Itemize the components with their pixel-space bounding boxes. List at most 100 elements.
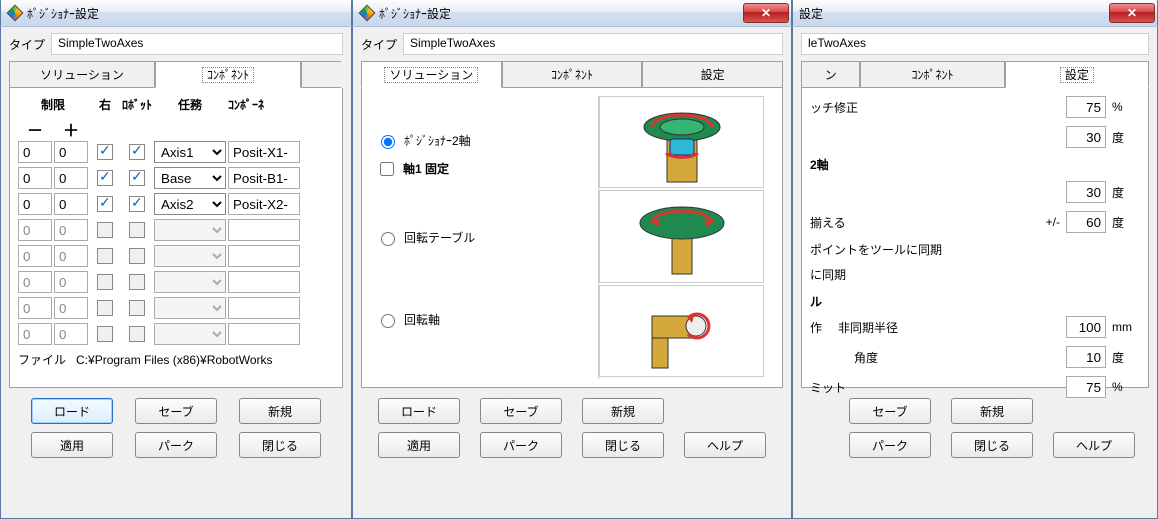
in-pitch[interactable] <box>1066 96 1106 118</box>
limit-max-input[interactable] <box>54 271 88 293</box>
park-button[interactable]: パーク <box>135 432 217 458</box>
unit-mm: mm <box>1112 320 1140 334</box>
save-button[interactable]: セーブ <box>135 398 217 424</box>
park-button[interactable]: パーク <box>849 432 931 458</box>
close-icon[interactable]: ✕ <box>1109 3 1155 23</box>
limit-min-input[interactable] <box>18 271 52 293</box>
duty-select[interactable]: Base <box>154 167 226 189</box>
in-limit[interactable] <box>1066 376 1106 398</box>
opt-positioner-2axis[interactable]: ﾎﾟｼﾞｼｮﾅｰ2軸 <box>376 132 471 149</box>
type-input[interactable]: SimpleTwoAxes <box>403 33 783 55</box>
duty-select <box>154 245 226 267</box>
radio-2axis[interactable] <box>381 135 395 149</box>
tab-component[interactable]: ｺﾝﾎﾟﾈﾝﾄ <box>155 61 301 88</box>
limit-max-input[interactable] <box>54 193 88 215</box>
new-button[interactable]: 新規 <box>951 398 1033 424</box>
tab-settings[interactable]: 設定 <box>1005 61 1149 88</box>
lbl-group: ル <box>810 295 822 309</box>
titlebar: ﾎﾟｼﾞｼｮﾅｰ設定 <box>0 0 352 27</box>
type-input[interactable]: SimpleTwoAxes <box>51 33 343 55</box>
right-check[interactable] <box>97 144 113 160</box>
check-axis1-fixed[interactable] <box>380 162 394 176</box>
apply-button[interactable]: 適用 <box>378 432 460 458</box>
tab-settings-cut[interactable] <box>301 61 341 88</box>
opt-rotary-axis[interactable]: 回転軸 <box>376 311 440 328</box>
thumb-rotary-axis-icon <box>599 285 764 377</box>
in-deg1[interactable] <box>1066 126 1106 148</box>
limit-max-input[interactable] <box>54 297 88 319</box>
unit-deg: 度 <box>1112 184 1140 201</box>
limit-min-input[interactable] <box>18 193 52 215</box>
window-title: ﾎﾟｼﾞｼｮﾅｰ設定 <box>379 5 743 22</box>
robot-check[interactable] <box>129 144 145 160</box>
tab-solution-cut[interactable]: ン <box>801 61 860 88</box>
component-input <box>228 297 300 319</box>
right-check[interactable] <box>97 170 113 186</box>
right-check <box>97 222 113 238</box>
limit-max-input[interactable] <box>54 167 88 189</box>
duty-select[interactable]: Axis1 <box>154 141 226 163</box>
in-deg2[interactable] <box>1066 181 1106 203</box>
radio-rotary-table[interactable] <box>381 232 395 246</box>
hdr-minus: － <box>18 117 52 141</box>
load-button[interactable]: ロード <box>31 398 113 424</box>
load-button[interactable]: ロード <box>378 398 460 424</box>
close-button[interactable]: 閉じる <box>582 432 664 458</box>
save-button[interactable]: セーブ <box>849 398 931 424</box>
in-deg3[interactable] <box>1066 211 1106 233</box>
tab-solution[interactable]: ソリューション <box>361 61 502 88</box>
limit-min-input[interactable] <box>18 245 52 267</box>
tab-component[interactable]: ｺﾝﾎﾟﾈﾝﾄ <box>860 61 1004 88</box>
limit-max-input[interactable] <box>54 219 88 241</box>
component-input[interactable] <box>228 141 300 163</box>
hdr-robot: ﾛﾎﾞｯﾄ <box>122 96 152 113</box>
apply-button[interactable]: 適用 <box>31 432 113 458</box>
duty-select[interactable]: Axis2 <box>154 193 226 215</box>
component-input[interactable] <box>228 193 300 215</box>
hdr-duty: 任務 <box>154 96 226 113</box>
type-label: タイプ <box>9 36 45 53</box>
opt-axis1-fixed[interactable]: 軸1 固定 <box>376 159 449 179</box>
robot-check <box>129 222 145 238</box>
window-title: ﾎﾟｼﾞｼｮﾅｰ設定 <box>27 5 349 22</box>
right-check <box>97 326 113 342</box>
tab-component[interactable]: ｺﾝﾎﾟﾈﾝﾄ <box>502 61 643 88</box>
robot-check[interactable] <box>129 196 145 212</box>
help-button[interactable]: ヘルプ <box>1053 432 1135 458</box>
limit-min-input[interactable] <box>18 219 52 241</box>
right-check[interactable] <box>97 196 113 212</box>
type-input[interactable]: leTwoAxes <box>801 33 1149 55</box>
new-button[interactable]: 新規 <box>239 398 321 424</box>
limit-max-input[interactable] <box>54 245 88 267</box>
radio-rotary-axis[interactable] <box>381 314 395 328</box>
limit-min-input[interactable] <box>18 167 52 189</box>
tab-settings[interactable]: 設定 <box>642 61 783 88</box>
component-input <box>228 271 300 293</box>
component-input[interactable] <box>228 167 300 189</box>
help-button[interactable]: ヘルプ <box>684 432 766 458</box>
limit-min-input[interactable] <box>18 141 52 163</box>
in-radius[interactable] <box>1066 316 1106 338</box>
unit-deg: 度 <box>1112 349 1140 366</box>
robot-check[interactable] <box>129 170 145 186</box>
close-icon[interactable]: ✕ <box>743 3 789 23</box>
component-input <box>228 323 300 345</box>
lbl-async-radius: 非同期半径 <box>828 319 908 336</box>
opt-rotary-table[interactable]: 回転テーブル <box>376 229 475 246</box>
close-button[interactable]: 閉じる <box>239 432 321 458</box>
lbl-angle: 角度 <box>826 349 906 366</box>
limit-max-input[interactable] <box>54 141 88 163</box>
tab-solution[interactable]: ソリューション <box>9 61 155 88</box>
save-button[interactable]: セーブ <box>480 398 562 424</box>
file-label: ファイル <box>18 351 66 368</box>
app-icon <box>359 5 375 21</box>
component-input <box>228 219 300 241</box>
limit-max-input[interactable] <box>54 323 88 345</box>
park-button[interactable]: パーク <box>480 432 562 458</box>
lbl-align: 揃える <box>810 214 846 231</box>
close-button[interactable]: 閉じる <box>951 432 1033 458</box>
limit-min-input[interactable] <box>18 323 52 345</box>
new-button[interactable]: 新規 <box>582 398 664 424</box>
limit-min-input[interactable] <box>18 297 52 319</box>
in-angle[interactable] <box>1066 346 1106 368</box>
